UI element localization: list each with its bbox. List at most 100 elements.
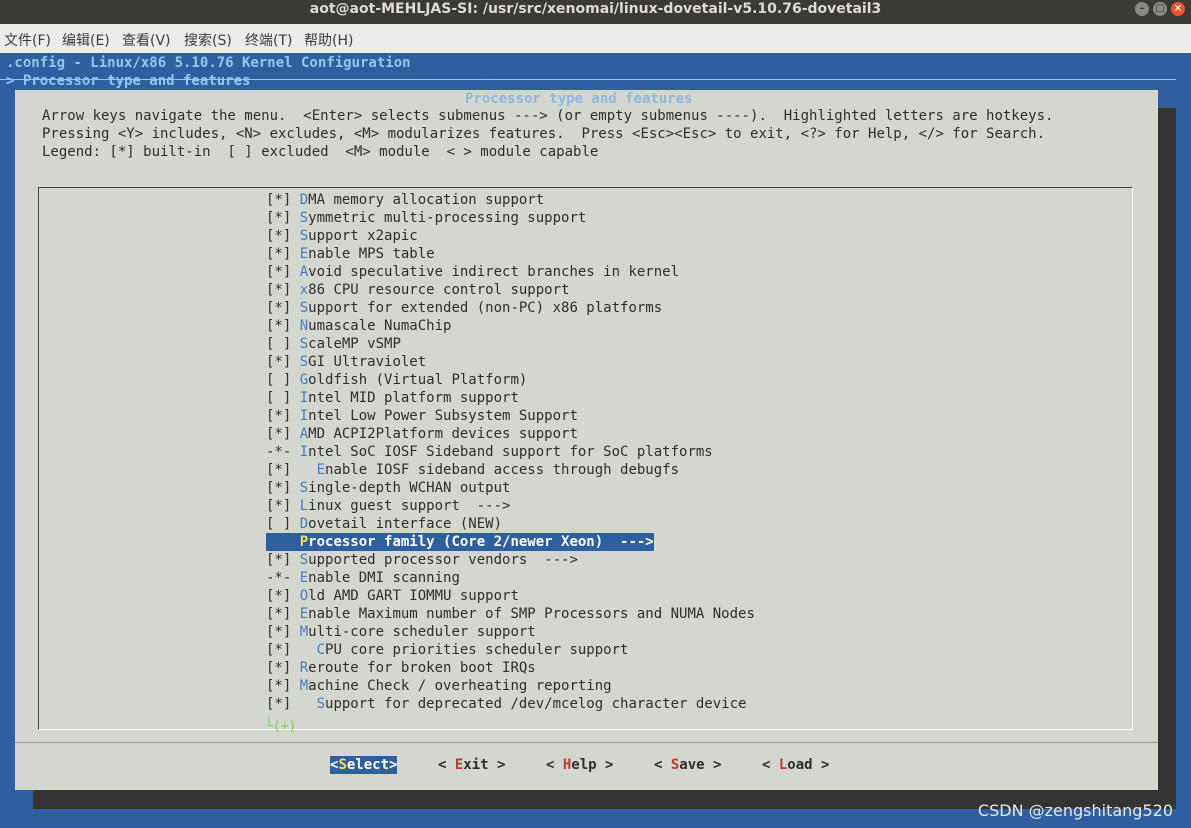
item-hotkey: E [299,570,309,586]
menu-item[interactable]: [*] Supported processor vendors ---> [266,551,578,569]
item-state[interactable]: [*] [266,282,300,298]
item-state[interactable]: [*] [266,552,300,568]
item-state[interactable]: [*] [266,498,300,514]
item-label: nable DMI scanning [308,570,460,586]
item-state[interactable] [266,534,300,550]
button-bracket: < [654,757,671,773]
menu-item[interactable]: [ ] ScaleMP vSMP [266,335,401,353]
button-hotkey: S [338,757,347,773]
item-hotkey: S [316,696,326,712]
minimize-button[interactable]: – [1135,2,1149,16]
menu-item[interactable]: [*] Intel Low Power Subsystem Support [266,407,578,425]
item-state[interactable]: [*] [266,624,300,640]
menu-item[interactable]: [*] Multi-core scheduler support [266,623,536,641]
item-state[interactable]: [*] [266,354,300,370]
item-state[interactable]: [ ] [266,390,300,406]
item-state[interactable]: [*] [266,426,300,442]
menu-item[interactable]: [*] Enable Maximum number of SMP Process… [266,605,755,623]
item-label: ntel SoC IOSF Sideband support for SoC p… [308,444,713,460]
button-label: ave > [679,757,722,773]
menu-item[interactable]: -*- Enable DMI scanning [266,569,460,587]
item-state[interactable]: [*] [266,480,300,496]
menu-item[interactable]: [ ] Goldfish (Virtual Platform) [266,371,527,389]
menu-item[interactable]: [*] Support for extended (non-PC) x86 pl… [266,299,662,317]
menu-item[interactable]: [*] Machine Check / overheating reportin… [266,677,612,695]
item-state[interactable]: [*] [266,300,300,316]
help-line-2: Pressing <Y> includes, <N> excludes, <M>… [42,126,1046,142]
menu-help[interactable]: 帮助(H) [304,30,353,50]
menu-item[interactable]: [ ] Intel MID platform support [266,389,519,407]
menu-item[interactable]: [*] Reroute for broken boot IRQs [266,659,536,677]
menu-item[interactable]: [ ] Dovetail interface (NEW) [266,515,502,533]
item-hotkey: I [299,444,309,460]
close-button[interactable]: × [1171,2,1185,16]
help-line-1: Arrow keys navigate the menu. <Enter> se… [42,108,1054,124]
item-state[interactable]: [*] [266,606,300,622]
item-state[interactable]: [*] [266,660,300,676]
item-hotkey: D [299,516,309,532]
menu-item[interactable]: [*] Linux guest support ---> [266,497,510,515]
menu-item-selected[interactable]: Processor family (Core 2/newer Xeon) ---… [266,533,654,551]
item-label: PU core priorities scheduler support [325,642,629,658]
menu-item[interactable]: [*] DMA memory allocation support [266,191,544,209]
button-help[interactable]: < Help > [546,756,613,774]
item-state[interactable]: [ ] [266,372,300,388]
item-state[interactable]: [ ] [266,336,300,352]
menu-item[interactable]: [*] Avoid speculative indirect branches … [266,263,679,281]
item-state[interactable]: [*] [266,318,300,334]
button-load[interactable]: < Load > [762,756,829,774]
item-state[interactable]: [*] [266,192,300,208]
item-state[interactable]: -*- [266,444,300,460]
button-select[interactable]: <Select> [330,756,398,774]
menu-item[interactable]: [*] CPU core priorities scheduler suppor… [266,641,628,659]
menu-item[interactable]: [*] Enable MPS table [266,245,435,263]
item-state[interactable]: [*] [266,210,300,226]
breadcrumb: > Processor type and features [6,73,251,89]
item-state[interactable]: [*] [266,588,300,604]
menu-terminal[interactable]: 终端(T) [245,30,292,50]
item-label: void speculative indirect branches in ke… [308,264,680,280]
help-line-3: Legend: [*] built-in [ ] excluded <M> mo… [42,144,599,160]
item-state[interactable]: [*] [266,408,300,424]
button-save[interactable]: < Save > [654,756,721,774]
menu-file[interactable]: 文件(F) [4,30,51,50]
item-hotkey: O [299,588,309,604]
menu-item[interactable]: [*] Symmetric multi-processing support [266,209,586,227]
item-label: nable Maximum number of SMP Processors a… [308,606,755,622]
item-state[interactable]: [*] [266,678,300,694]
item-label: eroute for broken boot IRQs [308,660,536,676]
item-label: ymmetric multi-processing support [308,210,587,226]
menu-item[interactable]: [*] AMD ACPI2Platform devices support [266,425,578,443]
item-hotkey: S [299,552,309,568]
item-state[interactable]: [*] [266,642,317,658]
item-state[interactable]: [*] [266,228,300,244]
menu-edit[interactable]: 编辑(E) [62,30,110,50]
menu-item[interactable]: [*] Numascale NumaChip [266,317,451,335]
item-state[interactable]: [*] [266,246,300,262]
window-controls: – □ × [1135,2,1185,16]
item-state[interactable]: [*] [266,462,317,478]
menu-item[interactable]: [*] SGI Ultraviolet [266,353,426,371]
menu-item[interactable]: -*- Intel SoC IOSF Sideband support for … [266,443,713,461]
menu-item[interactable]: [*] Enable IOSF sideband access through … [266,461,679,479]
item-hotkey: S [299,210,309,226]
menu-item[interactable]: [*] Support for deprecated /dev/mcelog c… [266,695,746,713]
item-hotkey: M [299,678,309,694]
menu-view[interactable]: 查看(V) [122,30,171,50]
item-label: nable IOSF sideband access through debug… [325,462,680,478]
menu-item[interactable]: [*] Support x2apic [266,227,418,245]
item-state[interactable]: [*] [266,264,300,280]
maximize-button[interactable]: □ [1153,2,1167,16]
item-hotkey: I [299,408,309,424]
item-state[interactable]: [ ] [266,516,300,532]
menu-item[interactable]: [*] Old AMD GART IOMMU support [266,587,519,605]
item-state[interactable]: -*- [266,570,300,586]
button-exit[interactable]: < Exit > [438,756,505,774]
menu-item[interactable]: [*] Single-depth WCHAN output [266,479,510,497]
menu-search[interactable]: 搜索(S) [184,30,232,50]
menu-item[interactable]: [*] x86 CPU resource control support [266,281,569,299]
item-state[interactable]: [*] [266,696,317,712]
button-label: xit > [463,757,506,773]
item-label: rocessor family (Core 2/newer Xeon) ---> [308,534,654,550]
item-hotkey: D [299,192,309,208]
